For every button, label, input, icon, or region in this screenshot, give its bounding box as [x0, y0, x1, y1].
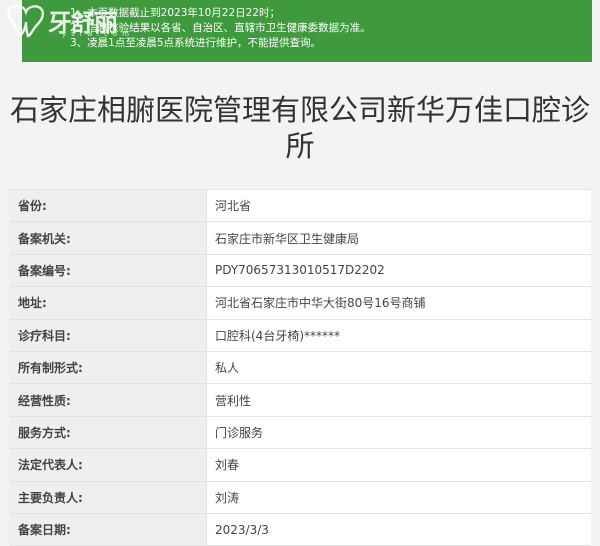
- notice-line-2: 2、信息核验结果以各省、自治区、直辖市卫生健康委数据为准。: [70, 22, 371, 34]
- table-row: 备案编号: PDY70657313010517D2202: [9, 254, 591, 288]
- row-label: 地址:: [9, 287, 207, 319]
- table-row: 诊疗科目: 口腔科(4台牙椅)******: [9, 319, 591, 352]
- row-label: 主要负责人:: [9, 481, 207, 513]
- table-row: 备案机关: 石家庄市新华区卫生健康局: [9, 222, 591, 255]
- info-table: 省份: 河北省 备案机关: 石家庄市新华区卫生健康局 备案编号: PDY7065731…: [9, 189, 591, 546]
- row-value: 石家庄市新华区卫生健康局: [207, 222, 591, 254]
- row-value: 刘春: [207, 449, 591, 481]
- table-row: 法定代表人: 刘春: [9, 449, 591, 482]
- row-value: 河北省石家庄市中华大街80号16号商铺: [207, 287, 591, 319]
- row-label: 所有制形式:: [9, 351, 207, 384]
- row-label: 服务方式:: [9, 416, 207, 449]
- row-label: 备案编号:: [9, 254, 207, 287]
- notice-line-3: 3、凌晨1点至凌晨5点系统进行维护，不能提供查询。: [70, 37, 322, 49]
- notice-line-1: 1、本页数据截止到2023年10月22日22时；: [70, 7, 280, 19]
- row-value: 刘涛: [207, 481, 591, 513]
- row-label: 法定代表人:: [9, 449, 207, 481]
- row-value: 门诊服务: [207, 416, 591, 449]
- table-row: 所有制形式: 私人: [9, 351, 591, 385]
- row-value: 河北省: [207, 190, 591, 222]
- row-label: 省份:: [9, 190, 207, 222]
- row-label: 诊疗科目:: [9, 319, 207, 351]
- table-row: 备案日期: 2023/3/3: [9, 513, 591, 546]
- notice-banner: 1、本页数据截止到2023年10月22日22时； 2、信息核验结果以各省、自治区…: [22, 0, 592, 62]
- row-label: 备案日期:: [9, 513, 207, 546]
- row-value: 2023/3/3: [207, 513, 591, 546]
- page-title: 石家庄相腑医院管理有限公司新华万佳口腔诊所: [10, 93, 591, 163]
- row-value: PDY70657313010517D2202: [207, 254, 591, 287]
- row-value: 私人: [207, 351, 591, 384]
- row-value: 营利性: [207, 384, 591, 416]
- row-label: 备案机关:: [9, 222, 207, 254]
- row-value: 口腔科(4台牙椅)******: [207, 319, 591, 351]
- table-row: 经营性质: 营利性: [9, 384, 591, 417]
- table-row: 服务方式: 门诊服务: [9, 416, 591, 450]
- table-row: 主要负责人: 刘涛: [9, 481, 591, 514]
- table-row: 省份: 河北省: [9, 190, 591, 223]
- table-row: 地址: 河北省石家庄市中华大街80号16号商铺: [9, 287, 591, 320]
- row-label: 经营性质:: [9, 384, 207, 416]
